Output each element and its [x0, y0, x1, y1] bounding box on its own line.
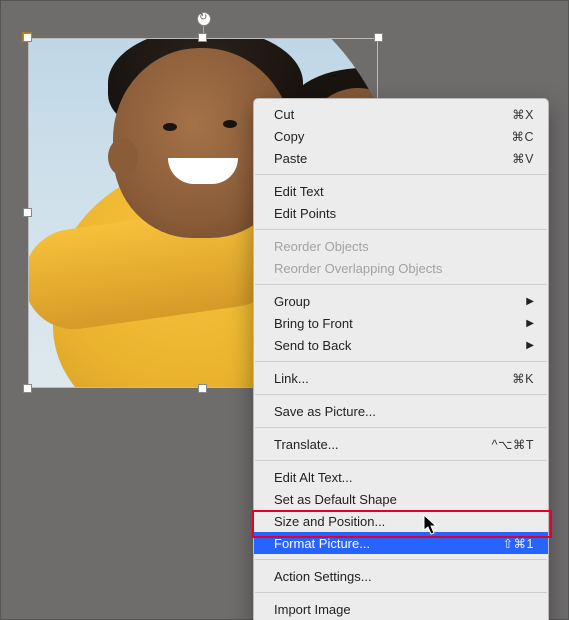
- menu-item-link[interactable]: Link... ⌘K: [254, 367, 548, 389]
- menu-label: Size and Position...: [274, 514, 385, 529]
- rotate-handle-icon[interactable]: [197, 12, 211, 26]
- menu-label: Edit Alt Text...: [274, 470, 353, 485]
- menu-label: Copy: [274, 129, 304, 144]
- menu-item-translate[interactable]: Translate... ^⌥⌘T: [254, 433, 548, 455]
- resize-handle-bottom-left[interactable]: [23, 384, 32, 393]
- menu-label: Send to Back: [274, 338, 351, 353]
- menu-label: Bring to Front: [274, 316, 353, 331]
- menu-separator: [255, 592, 547, 593]
- resize-handle-bottom-mid[interactable]: [198, 384, 207, 393]
- resize-handle-top-right[interactable]: [374, 33, 383, 42]
- menu-label: Cut: [274, 107, 294, 122]
- submenu-arrow-icon: ▶: [526, 318, 534, 329]
- menu-separator: [255, 427, 547, 428]
- submenu-arrow-icon: ▶: [526, 340, 534, 351]
- menu-separator: [255, 284, 547, 285]
- menu-separator: [255, 394, 547, 395]
- menu-label: Link...: [274, 371, 309, 386]
- resize-handle-top-left[interactable]: [23, 33, 32, 42]
- menu-label: Action Settings...: [274, 569, 372, 584]
- menu-item-copy[interactable]: Copy ⌘C: [254, 125, 548, 147]
- menu-shortcut: ⌘X: [512, 107, 534, 122]
- menu-item-import-image[interactable]: Import Image: [254, 598, 548, 620]
- menu-separator: [255, 229, 547, 230]
- menu-separator: [255, 559, 547, 560]
- menu-label: Paste: [274, 151, 307, 166]
- menu-label: Reorder Overlapping Objects: [274, 261, 442, 276]
- menu-label: Set as Default Shape: [274, 492, 397, 507]
- menu-item-size-and-position[interactable]: Size and Position...: [254, 510, 548, 532]
- menu-item-format-picture[interactable]: Format Picture... ⇧⌘1: [254, 532, 548, 554]
- menu-item-reorder-overlapping: Reorder Overlapping Objects: [254, 257, 548, 279]
- menu-item-edit-text[interactable]: Edit Text: [254, 180, 548, 202]
- menu-item-group[interactable]: Group ▶: [254, 290, 548, 312]
- menu-shortcut: ⇧⌘1: [503, 536, 534, 551]
- submenu-arrow-icon: ▶: [526, 296, 534, 307]
- menu-separator: [255, 174, 547, 175]
- menu-item-send-to-back[interactable]: Send to Back ▶: [254, 334, 548, 356]
- menu-item-edit-points[interactable]: Edit Points: [254, 202, 548, 224]
- menu-item-edit-alt-text[interactable]: Edit Alt Text...: [254, 466, 548, 488]
- menu-label: Reorder Objects: [274, 239, 369, 254]
- resize-handle-top-mid[interactable]: [198, 33, 207, 42]
- resize-handle-mid-left[interactable]: [23, 208, 32, 217]
- menu-label: Edit Text: [274, 184, 324, 199]
- menu-shortcut: ⌘C: [511, 129, 534, 144]
- menu-label: Edit Points: [274, 206, 336, 221]
- menu-separator: [255, 361, 547, 362]
- context-menu[interactable]: Cut ⌘X Copy ⌘C Paste ⌘V Edit Text Edit P…: [253, 98, 549, 620]
- menu-item-bring-to-front[interactable]: Bring to Front ▶: [254, 312, 548, 334]
- menu-shortcut: ⌘K: [512, 371, 534, 386]
- menu-item-action-settings[interactable]: Action Settings...: [254, 565, 548, 587]
- menu-item-paste[interactable]: Paste ⌘V: [254, 147, 548, 169]
- menu-separator: [255, 460, 547, 461]
- menu-item-reorder-objects: Reorder Objects: [254, 235, 548, 257]
- menu-label: Import Image: [274, 602, 351, 617]
- menu-item-cut[interactable]: Cut ⌘X: [254, 103, 548, 125]
- menu-shortcut: ^⌥⌘T: [492, 437, 534, 452]
- menu-shortcut: ⌘V: [512, 151, 534, 166]
- menu-item-save-as-picture[interactable]: Save as Picture...: [254, 400, 548, 422]
- menu-label: Translate...: [274, 437, 339, 452]
- menu-label: Format Picture...: [274, 536, 370, 551]
- menu-label: Save as Picture...: [274, 404, 376, 419]
- menu-label: Group: [274, 294, 310, 309]
- menu-item-set-default-shape[interactable]: Set as Default Shape: [254, 488, 548, 510]
